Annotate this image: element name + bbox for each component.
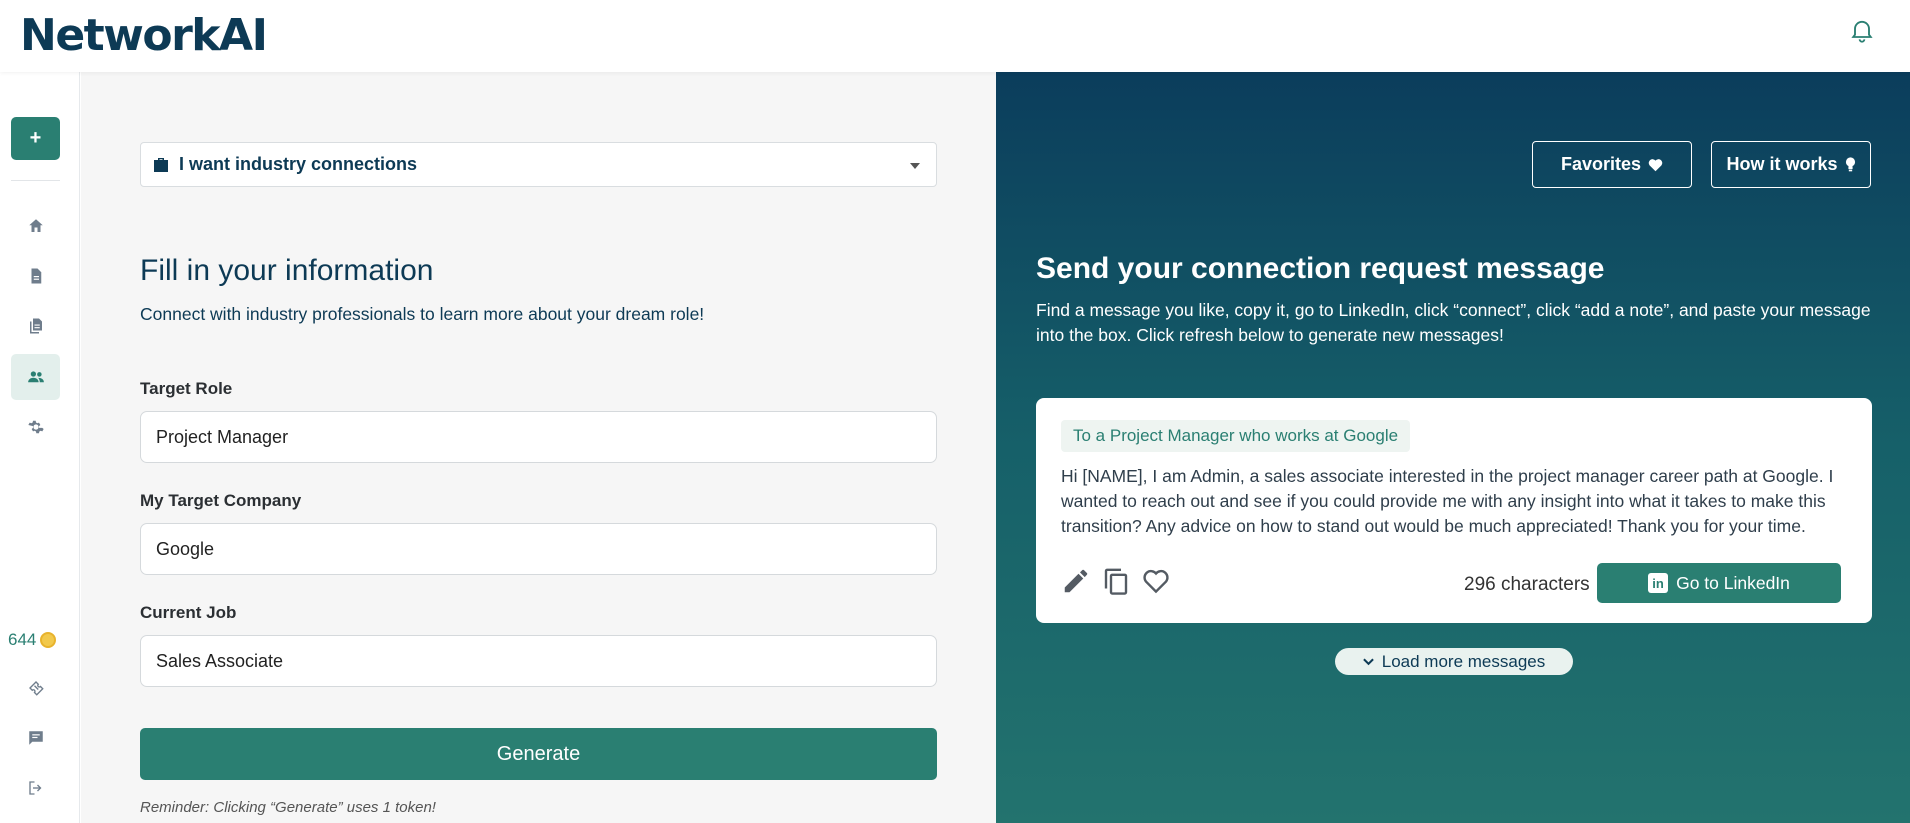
chevron-down-icon (910, 163, 920, 169)
load-more-label: Load more messages (1381, 651, 1546, 671)
new-button[interactable]: + (11, 117, 60, 160)
token-reminder: Reminder: Clicking “Generate” uses 1 tok… (140, 799, 436, 816)
form-subtitle: Connect with industry professionals to l… (140, 304, 705, 324)
chat-icon (28, 731, 43, 745)
documents-icon (29, 318, 42, 334)
app-logo[interactable]: NetworkAI (20, 10, 268, 61)
target-company-label: My Target Company (140, 491, 302, 510)
mode-dropdown-value: I want industry connections (179, 154, 418, 174)
character-count: 296 characters (1464, 574, 1590, 595)
coin-icon (40, 632, 57, 648)
generate-button[interactable]: Generate (140, 728, 937, 780)
sidebar-item-connections[interactable] (11, 354, 60, 400)
form-panel: I want industry connections Fill in your… (81, 72, 996, 823)
people-icon (27, 371, 44, 383)
home-icon (28, 219, 43, 232)
sidebar-item-documents[interactable] (11, 303, 60, 349)
bell-icon[interactable] (1848, 16, 1876, 44)
form-title: Fill in your information (140, 254, 434, 287)
current-job-label: Current Job (140, 603, 237, 622)
results-title: Send your connection request message (1036, 252, 1605, 285)
sidebar-item-tickets[interactable] (11, 665, 60, 711)
heart-filled-icon (1648, 158, 1663, 171)
token-count: 644 (8, 630, 37, 649)
sidebar-divider (11, 180, 60, 181)
chevron-down-icon (1362, 658, 1374, 665)
target-role-input[interactable] (140, 411, 937, 463)
sidebar-item-settings[interactable] (11, 404, 60, 450)
gear-icon (27, 420, 44, 434)
message-body[interactable]: Hi [NAME], I am Admin, a sales associate… (1061, 464, 1851, 539)
top-header: NetworkAI (0, 0, 1910, 72)
results-description: Find a message you like, copy it, go to … (1036, 300, 1871, 345)
copy-icon[interactable] (1101, 566, 1131, 596)
current-job-input[interactable] (140, 635, 937, 687)
sidebar: + 644 (0, 72, 80, 823)
token-balance: 644 (8, 630, 57, 650)
go-to-linkedin-button[interactable]: in Go to LinkedIn (1597, 563, 1841, 603)
linkedin-button-label: Go to LinkedIn (1676, 572, 1790, 593)
sidebar-item-logout[interactable] (11, 765, 60, 811)
ticket-icon (28, 681, 44, 696)
message-card: To a Project Manager who works at Google… (1036, 398, 1872, 623)
favorites-button[interactable]: Favorites (1532, 141, 1692, 188)
heart-outline-icon[interactable] (1141, 566, 1171, 596)
message-recipient-tag: To a Project Manager who works at Google (1061, 420, 1411, 452)
load-more-button[interactable]: Load more messages (1335, 648, 1573, 675)
how-it-works-button[interactable]: How it works (1711, 141, 1871, 188)
mode-dropdown[interactable]: I want industry connections (140, 142, 937, 187)
lightbulb-icon (1845, 157, 1855, 172)
target-company-input[interactable] (140, 523, 937, 575)
how-it-works-label: How it works (1726, 154, 1838, 174)
favorites-label: Favorites (1560, 154, 1642, 174)
logout-icon (28, 781, 41, 795)
briefcase-icon (154, 157, 168, 172)
sidebar-item-document[interactable] (11, 253, 60, 299)
document-icon (31, 268, 41, 284)
sidebar-item-home[interactable] (11, 203, 60, 249)
pencil-icon[interactable] (1061, 566, 1091, 596)
sidebar-item-feedback[interactable] (11, 715, 60, 761)
target-role-label: Target Role (140, 379, 233, 398)
linkedin-icon: in (1648, 573, 1669, 593)
results-panel: Favorites How it works Send your connect… (996, 72, 1910, 823)
